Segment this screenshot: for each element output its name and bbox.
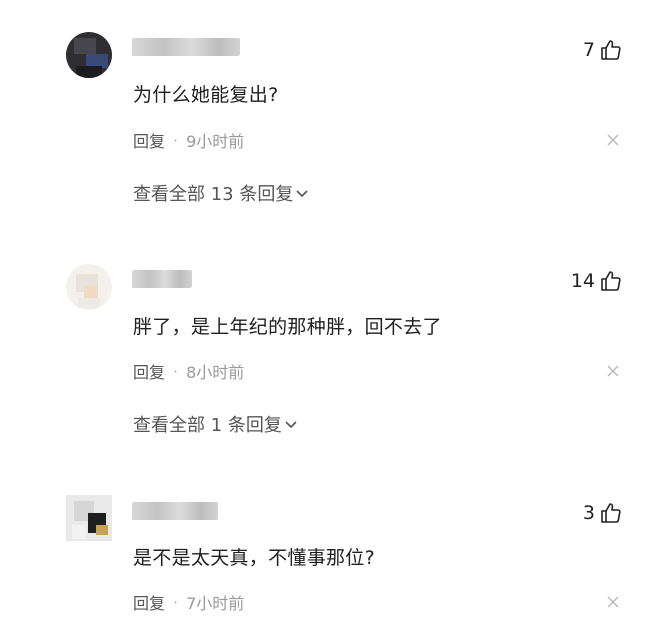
timestamp: 7小时前 [186,594,245,613]
reply-button[interactable]: 回复 [133,128,165,152]
reply-button[interactable]: 回复 [133,359,165,383]
thumbs-up-icon [601,40,621,60]
chevron-down-icon [296,190,308,198]
comment-text: 胖了，是上年纪的那种胖，回不去了 [133,316,442,338]
comment-meta: 回复 · 9小时前 [133,128,244,152]
separator-dot: · [173,592,179,612]
like-button[interactable]: 7 [583,38,623,62]
thumbs-up-icon [601,503,621,523]
like-count: 3 [582,502,595,524]
username[interactable] [132,270,192,288]
username[interactable] [132,38,240,56]
avatar[interactable] [66,32,112,78]
view-all-replies-link[interactable]: 查看全部 1 条回复 [133,411,298,437]
like-button[interactable]: 3 [583,501,623,525]
view-all-replies-label: 查看全部 1 条回复 [133,415,282,436]
username[interactable] [132,502,218,520]
timestamp: 8小时前 [186,363,245,382]
avatar[interactable] [66,264,112,310]
separator-dot: · [173,130,179,150]
comment-text: 为什么她能复出? [133,84,279,106]
timestamp: 9小时前 [186,132,245,151]
avatar[interactable] [66,495,112,541]
close-icon[interactable] [606,364,620,378]
view-all-replies-link[interactable]: 查看全部 13 条回复 [133,180,309,206]
view-all-replies-label: 查看全部 13 条回复 [133,184,294,205]
comment-text: 是不是太天真，不懂事那位? [133,547,375,569]
like-count: 14 [570,270,595,292]
comment-meta: 回复 · 8小时前 [133,359,244,383]
comment-meta: 回复 · 7小时前 [133,590,244,614]
reply-button[interactable]: 回复 [133,590,165,614]
chevron-down-icon [285,421,297,429]
thumbs-up-icon [601,271,621,291]
like-button[interactable]: 14 [571,269,623,293]
separator-dot: · [173,361,179,381]
like-count: 7 [582,39,595,61]
close-icon[interactable] [606,595,620,609]
close-icon[interactable] [606,133,620,147]
